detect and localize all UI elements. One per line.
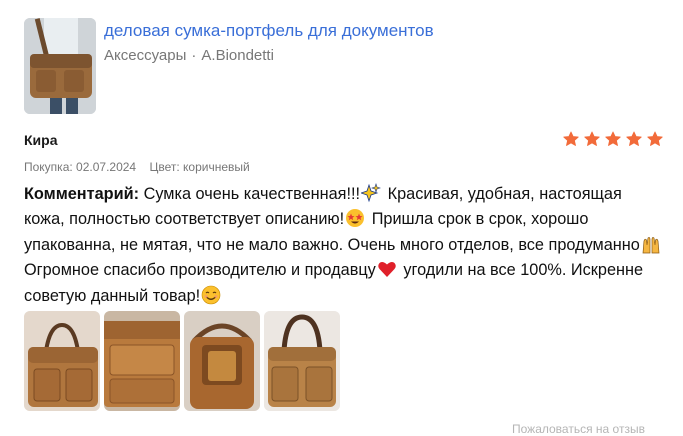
- raising-hands-emoji: [642, 236, 660, 254]
- meta-separator: ·: [191, 47, 197, 64]
- star-icon: [584, 131, 600, 146]
- purchase-date: 02.07.2024: [76, 160, 137, 174]
- star-rating: [562, 130, 664, 148]
- review-photo-4[interactable]: [264, 311, 340, 411]
- comment-label: Комментарий:: [24, 185, 140, 203]
- review-photo-2[interactable]: [104, 311, 180, 411]
- review-photo-1[interactable]: [24, 311, 100, 411]
- star-icon: [605, 131, 621, 146]
- comment-part-4: Огромное спасибо производителю и продавц…: [24, 261, 376, 280]
- comment-part-1: Сумка очень качественная!!!: [143, 185, 361, 203]
- star-icon: [626, 131, 642, 146]
- product-category[interactable]: Аксессуары: [104, 47, 186, 64]
- review-photos: [24, 311, 340, 411]
- color-value: коричневый: [183, 160, 250, 174]
- sparkles-emoji: [361, 183, 382, 203]
- purchase-info: Покупка: 02.07.2024 Цвет: коричневый: [24, 160, 250, 174]
- report-review-link[interactable]: Пожаловаться на отзыв: [512, 422, 645, 436]
- product-card: деловая сумка-портфель для документов Ак…: [24, 18, 434, 114]
- product-thumbnail[interactable]: [24, 18, 96, 114]
- smiling-face-emoji: [201, 285, 221, 304]
- product-brand[interactable]: A.Biondetti: [201, 47, 274, 64]
- review-author: Кира: [24, 132, 58, 148]
- star-struck-emoji: [346, 209, 365, 228]
- star-icon: [647, 131, 663, 146]
- product-title-link[interactable]: деловая сумка-портфель для документов: [104, 21, 434, 41]
- review-comment: Комментарий: Сумка очень качественная!!!…: [24, 182, 664, 309]
- star-icon: [563, 131, 579, 146]
- red-heart-emoji: [378, 262, 396, 278]
- product-info: деловая сумка-портфель для документов Ак…: [104, 18, 434, 114]
- purchase-label: Покупка:: [24, 160, 73, 174]
- product-meta: Аксессуары · A.Biondetti: [104, 47, 434, 64]
- review-photo-3[interactable]: [184, 311, 260, 411]
- color-label: Цвет:: [149, 160, 180, 174]
